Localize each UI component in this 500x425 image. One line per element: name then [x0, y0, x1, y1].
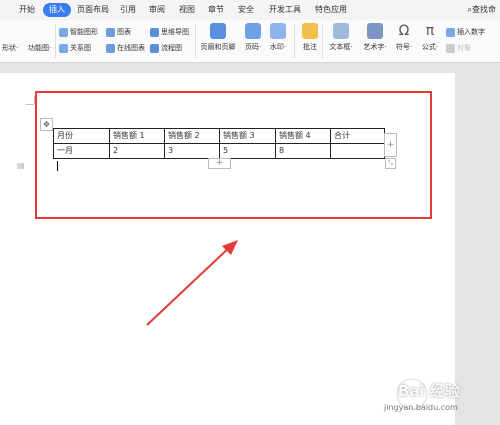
watermark-url: jingyan.baidu.com [384, 403, 458, 412]
annotation-arrow [146, 240, 238, 326]
watermark-text: Bai 经验 [398, 382, 460, 400]
